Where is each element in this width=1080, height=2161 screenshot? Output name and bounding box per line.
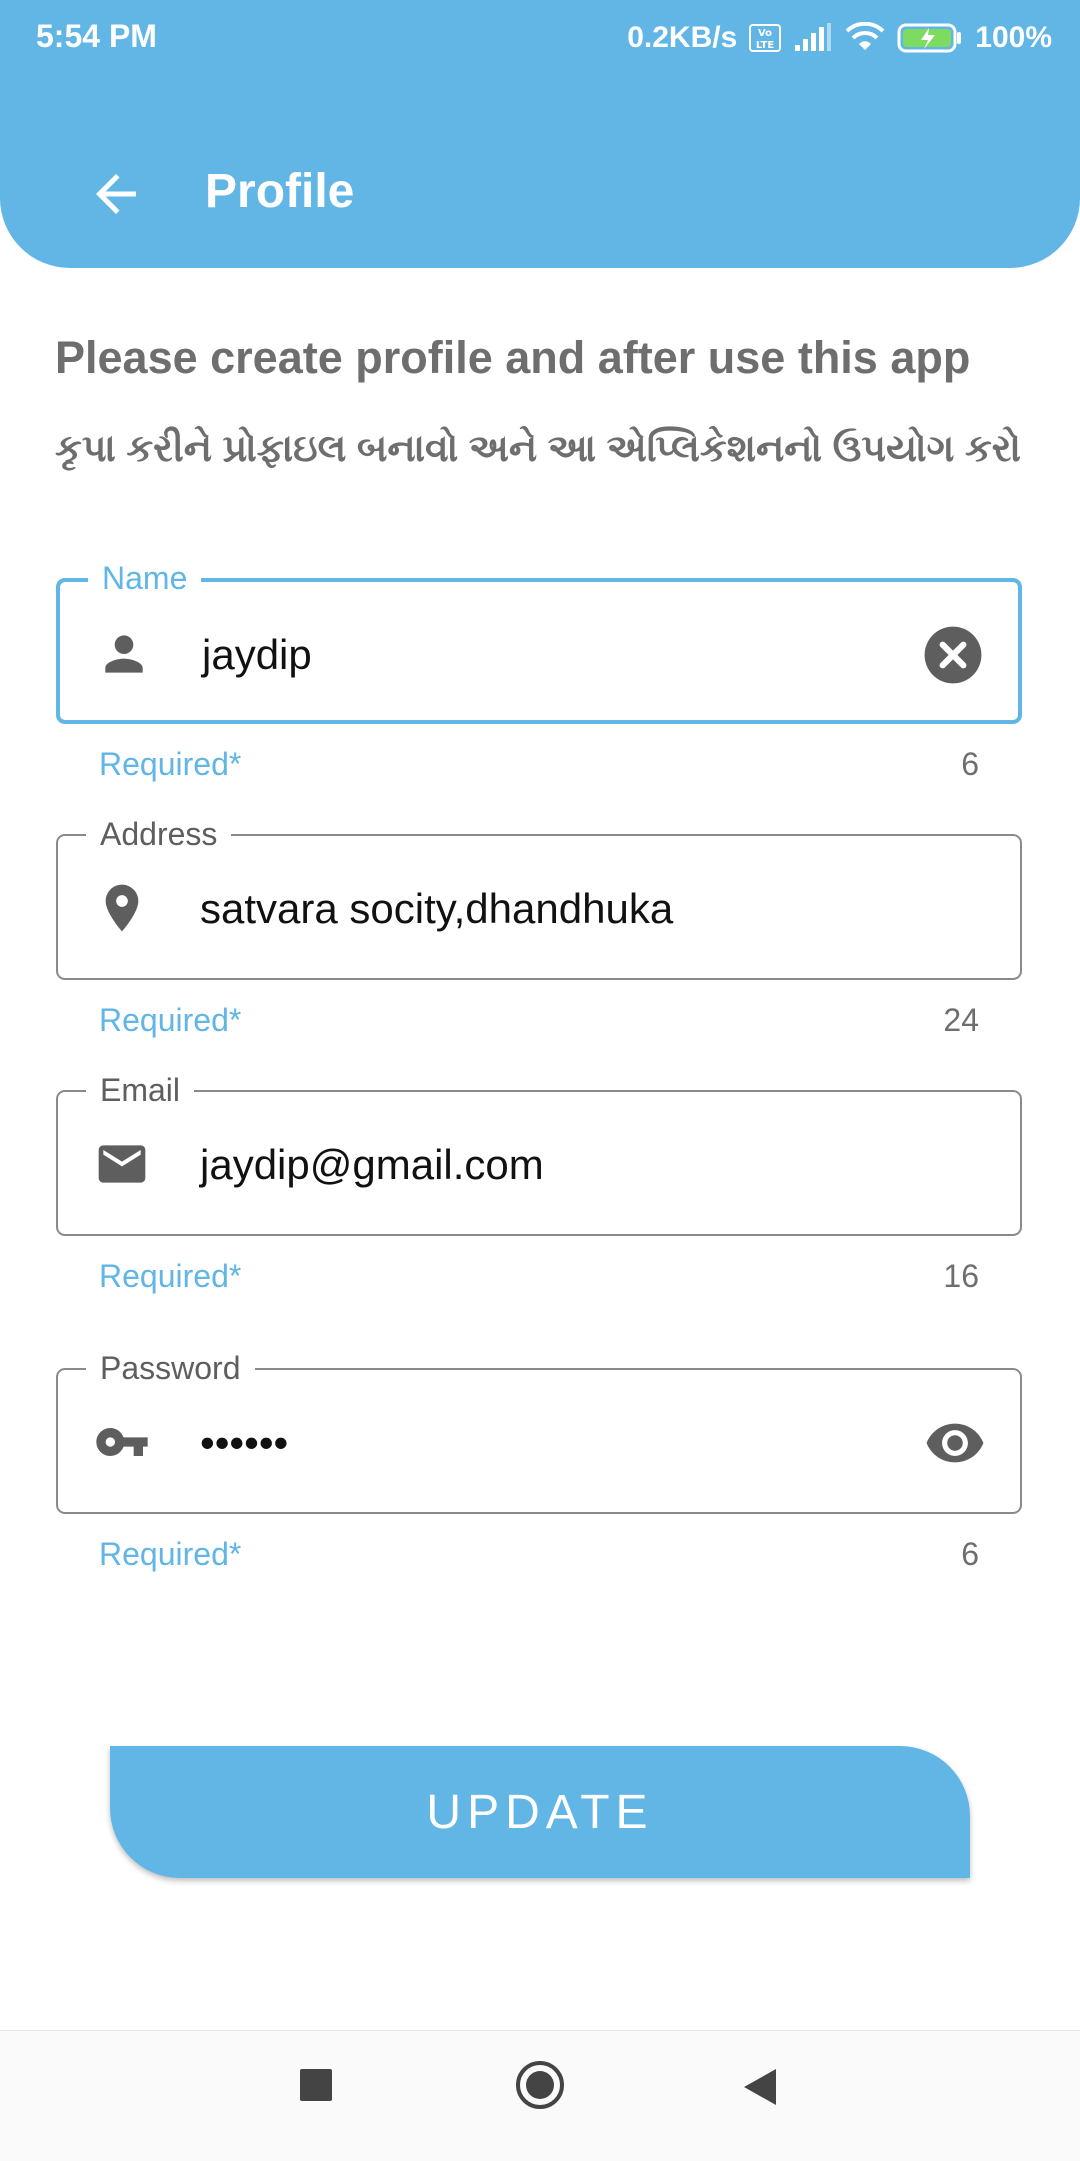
wifi-icon [845,22,885,54]
clear-icon[interactable] [922,624,984,686]
battery-icon [897,22,963,54]
update-button[interactable]: UPDATE [110,1746,970,1878]
home-circle-icon[interactable] [514,2059,566,2111]
password-label: Password [86,1348,255,1388]
address-field[interactable]: Address satvara socity,dhandhuka [56,814,1022,980]
system-nav-bar [0,2030,1080,2161]
back-button[interactable] [86,164,146,224]
status-time: 5:54 PM [36,18,157,54]
signal-icon [793,23,833,53]
address-helper: Required* [99,1002,242,1038]
password-counter: 6 [961,1536,979,1572]
status-right: 0.2KB/s Vo LTE 100% [627,16,1052,60]
email-label: Email [86,1070,195,1110]
name-helper: Required* [99,746,242,782]
volte-icon: Vo LTE [749,24,782,52]
name-counter: 6 [961,746,979,782]
mail-icon [98,1145,146,1183]
email-field[interactable]: Email jaydip@gmail.com [56,1070,1022,1236]
status-bar: 5:54 PM 0.2KB/s Vo LTE 100% [0,0,1080,78]
network-speed: 0.2KB/s [627,21,738,54]
location-pin-icon [105,884,139,932]
arrow-left-icon [96,174,136,214]
eye-icon[interactable] [924,1412,986,1474]
page-title: Profile [205,165,355,218]
name-field[interactable]: Name jaydip [56,558,1022,724]
battery-percent: 100% [975,21,1052,54]
key-icon [96,1428,148,1456]
email-value: jaydip@gmail.com [200,1141,544,1188]
intro-gujarati: કૃપા કરીને પ્રોફાઇલ બનાવો અને આ એપ્લિકેશ… [55,428,1021,470]
password-helper: Required* [99,1536,242,1572]
password-value: •••••• [200,1419,289,1466]
email-counter: 16 [943,1258,979,1294]
name-value: jaydip [202,631,312,678]
address-label: Address [86,814,232,854]
app-bar: 5:54 PM 0.2KB/s Vo LTE 100% Profile [0,0,1080,268]
password-field[interactable]: Password •••••• [56,1348,1022,1514]
intro-english: Please create profile and after use this… [55,332,971,383]
address-value: satvara socity,dhandhuka [200,885,674,932]
recents-square-icon[interactable] [298,2067,334,2103]
person-icon [105,635,143,673]
back-triangle-icon[interactable] [742,2067,778,2107]
svg-text:Vo: Vo [758,28,772,39]
name-label: Name [88,558,202,598]
svg-text:LTE: LTE [756,40,775,51]
email-helper: Required* [99,1258,242,1294]
address-counter: 24 [943,1002,979,1038]
